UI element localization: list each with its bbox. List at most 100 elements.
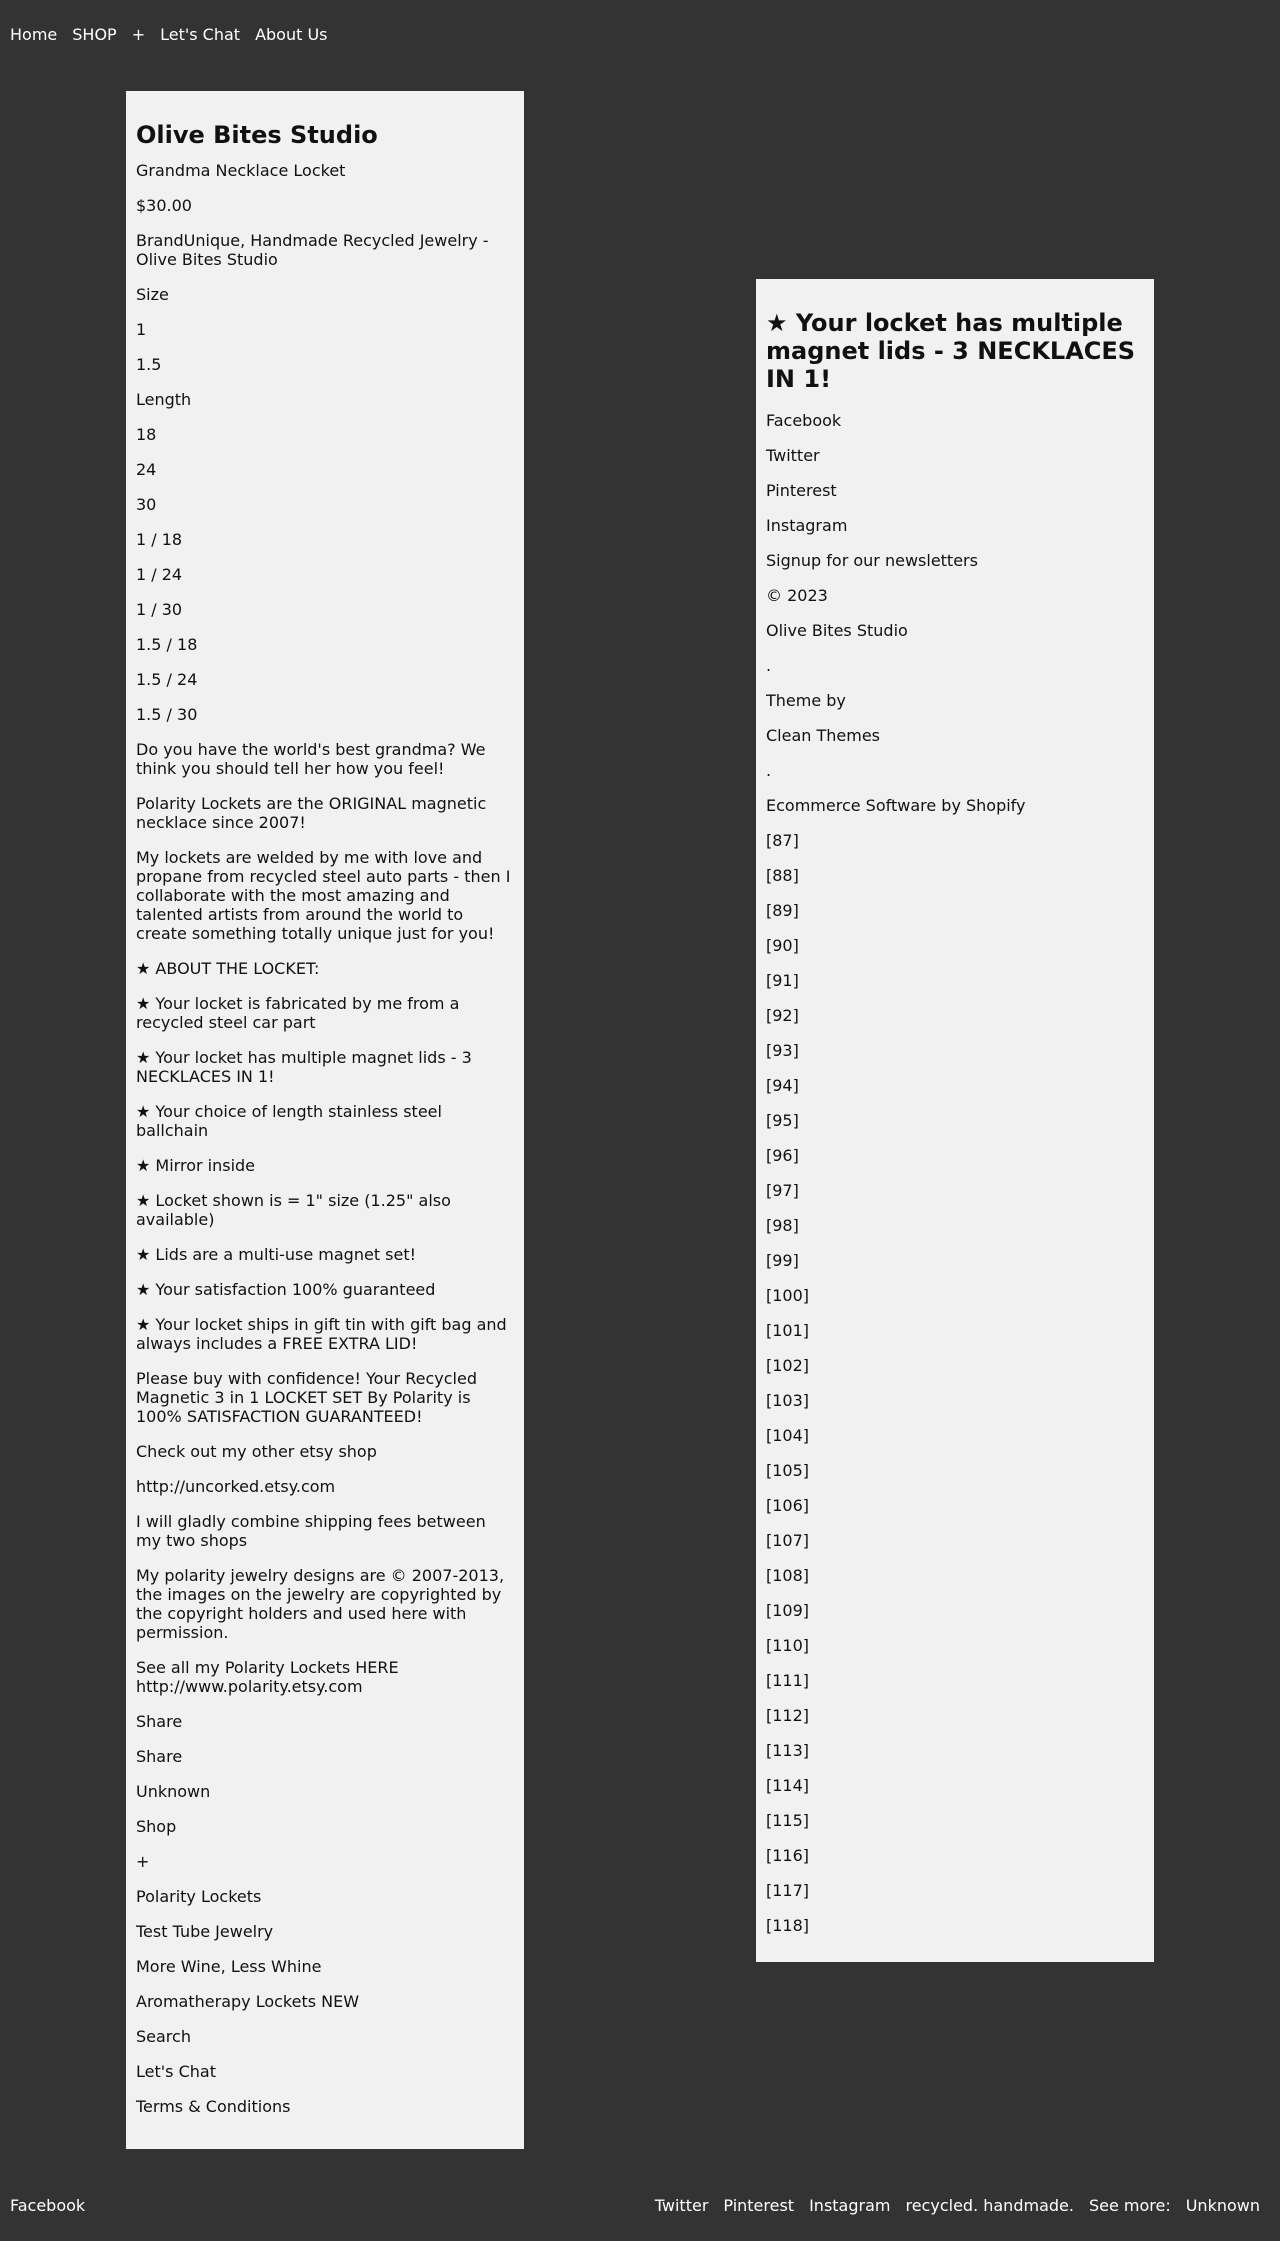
footer-facebook-link[interactable]: Facebook (10, 2195, 85, 2217)
reference-link[interactable]: [104] (766, 1426, 1144, 1445)
reference-link[interactable]: [118] (766, 1916, 1144, 1935)
reference-link[interactable]: [108] (766, 1566, 1144, 1585)
length-label: Length (136, 390, 192, 409)
description-paragraph: ★ Your locket ships in gift tin with gif… (136, 1315, 507, 1353)
reference-link[interactable]: [100] (766, 1286, 1144, 1305)
description-paragraph: ★ Your satisfaction 100% guaranteed (136, 1280, 436, 1299)
shopify-link[interactable]: Ecommerce Software by Shopify (766, 796, 1144, 815)
description-paragraph: ★ Lids are a multi-use magnet set! (136, 1245, 417, 1264)
separator-dot: . (766, 656, 772, 675)
reference-link[interactable]: [113] (766, 1741, 1144, 1760)
nav-plus-link[interactable]: + (132, 24, 145, 46)
reference-link[interactable]: [105] (766, 1461, 1144, 1480)
reference-link[interactable]: [112] (766, 1706, 1144, 1725)
reference-link[interactable]: [91] (766, 971, 1144, 990)
reference-link[interactable]: [101] (766, 1321, 1144, 1340)
page-footer: Facebook Twitter Pinterest Instagram rec… (10, 2195, 1260, 2217)
footer-twitter-link[interactable]: Twitter (655, 2195, 709, 2217)
unknown-item: Unknown (136, 1782, 211, 1801)
newsletter-signup-link[interactable]: Signup for our newsletters (766, 551, 1144, 570)
etsy-link[interactable]: http://uncorked.etsy.com (136, 1477, 514, 1496)
description-paragraph: ★ Your locket has multiple magnet lids -… (136, 1048, 472, 1086)
length-option[interactable]: 30 (136, 495, 514, 514)
theme-by-text: Theme by (766, 691, 846, 710)
length-option[interactable]: 18 (136, 425, 514, 444)
reference-link[interactable]: [110] (766, 1636, 1144, 1655)
variant-option[interactable]: 1.5 / 24 (136, 670, 514, 689)
description-paragraph: Polarity Lockets are the ORIGINAL magnet… (136, 794, 487, 832)
social-link-pinterest[interactable]: Pinterest (766, 481, 1144, 500)
reference-link[interactable]: [114] (766, 1776, 1144, 1795)
variant-option[interactable]: 1.5 / 18 (136, 635, 514, 654)
reference-link[interactable]: [102] (766, 1356, 1144, 1375)
footer-links: Twitter Pinterest Instagram recycled. ha… (655, 2195, 1260, 2217)
plus-link[interactable]: + (136, 1852, 514, 1871)
reference-link[interactable]: [93] (766, 1041, 1144, 1060)
menu-item-terms[interactable]: Terms & Conditions (136, 2097, 514, 2116)
menu-item-aromatherapy-lockets[interactable]: Aromatherapy Lockets NEW (136, 1992, 514, 2011)
info-panel: ★ Your locket has multiple magnet lids -… (756, 279, 1154, 1962)
reference-link[interactable]: [99] (766, 1251, 1144, 1270)
description-paragraph: ★ Mirror inside (136, 1156, 256, 1175)
menu-item-lets-chat[interactable]: Let's Chat (136, 2062, 514, 2081)
description-paragraph: My polarity jewelry designs are © 2007-2… (136, 1566, 505, 1642)
reference-link[interactable]: [97] (766, 1181, 1144, 1200)
size-option[interactable]: 1.5 (136, 355, 514, 374)
social-link-facebook[interactable]: Facebook (766, 411, 1144, 430)
footer-tagline: recycled. handmade. (905, 2196, 1074, 2215)
studio-link[interactable]: Olive Bites Studio (766, 621, 1144, 640)
top-nav: Home SHOP + Let's Chat About Us (10, 24, 343, 46)
nav-home-link[interactable]: Home (10, 24, 57, 46)
size-option[interactable]: 1 (136, 320, 514, 339)
nav-about-link[interactable]: About Us (255, 24, 327, 46)
menu-item-more-wine[interactable]: More Wine, Less Whine (136, 1957, 514, 1976)
variant-option[interactable]: 1.5 / 30 (136, 705, 514, 724)
menu-item-search[interactable]: Search (136, 2027, 514, 2046)
store-title: Olive Bites Studio (136, 121, 378, 149)
reference-link[interactable]: [103] (766, 1391, 1144, 1410)
social-link-instagram[interactable]: Instagram (766, 516, 1144, 535)
reference-link[interactable]: [96] (766, 1146, 1144, 1165)
footer-instagram-link[interactable]: Instagram (809, 2195, 890, 2217)
footer-pinterest-link[interactable]: Pinterest (723, 2195, 794, 2217)
reference-link[interactable]: [116] (766, 1846, 1144, 1865)
reference-link[interactable]: [107] (766, 1531, 1144, 1550)
reference-link[interactable]: [106] (766, 1496, 1144, 1515)
menu-item-test-tube-jewelry[interactable]: Test Tube Jewelry (136, 1922, 514, 1941)
size-label: Size (136, 285, 169, 304)
share-button[interactable]: Share (136, 1712, 514, 1731)
description-paragraph: See all my Polarity Lockets HERE http://… (136, 1658, 399, 1696)
reference-link[interactable]: [111] (766, 1671, 1144, 1690)
social-link-twitter[interactable]: Twitter (766, 446, 1144, 465)
feature-heading: ★ Your locket has multiple magnet lids -… (766, 309, 1136, 393)
variant-option[interactable]: 1 / 30 (136, 600, 514, 619)
reference-link[interactable]: [117] (766, 1881, 1144, 1900)
variant-option[interactable]: 1 / 24 (136, 565, 514, 584)
product-name: Grandma Necklace Locket (136, 161, 346, 180)
reference-link[interactable]: [90] (766, 936, 1144, 955)
description-paragraph: ★ ABOUT THE LOCKET: (136, 959, 320, 978)
copyright-text: © 2023 (766, 586, 828, 605)
clean-themes-link[interactable]: Clean Themes (766, 726, 1144, 745)
reference-link[interactable]: [115] (766, 1811, 1144, 1830)
shop-link[interactable]: Shop (136, 1817, 514, 1836)
description-paragraph: ★ Your choice of length stainless steel … (136, 1102, 442, 1140)
reference-link[interactable]: [98] (766, 1216, 1144, 1235)
reference-link[interactable]: [92] (766, 1006, 1144, 1025)
reference-link[interactable]: [87] (766, 831, 1144, 850)
footer-see-more-label: See more: (1088, 2196, 1171, 2215)
length-option[interactable]: 24 (136, 460, 514, 479)
reference-link[interactable]: [109] (766, 1601, 1144, 1620)
reference-link[interactable]: [94] (766, 1076, 1144, 1095)
nav-shop-link[interactable]: SHOP (72, 24, 116, 46)
description-paragraph: Check out my other etsy shop (136, 1442, 377, 1461)
reference-link[interactable]: [89] (766, 901, 1144, 920)
menu-item-polarity-lockets[interactable]: Polarity Lockets (136, 1887, 514, 1906)
footer-unknown-link[interactable]: Unknown (1186, 2195, 1260, 2217)
nav-chat-link[interactable]: Let's Chat (160, 24, 240, 46)
reference-link[interactable]: [88] (766, 866, 1144, 885)
variant-option[interactable]: 1 / 18 (136, 530, 514, 549)
reference-link[interactable]: [95] (766, 1111, 1144, 1130)
share-button[interactable]: Share (136, 1747, 514, 1766)
description-paragraph: I will gladly combine shipping fees betw… (136, 1512, 486, 1550)
